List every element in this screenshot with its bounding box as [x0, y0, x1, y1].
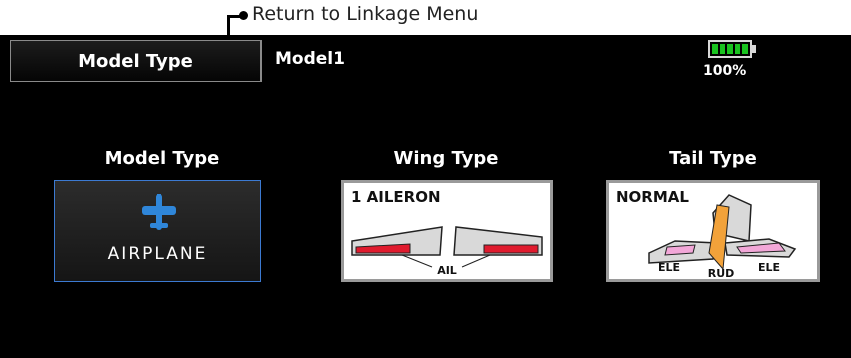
transmitter-screen: Model Type Model1 100% Model Type Wing T…	[0, 35, 851, 358]
airplane-label: AIRPLANE	[107, 244, 208, 264]
elevator-callout-right: ELE	[758, 261, 780, 274]
battery-percentage: 100%	[703, 63, 747, 79]
wing-type-heading: Wing Type	[393, 148, 499, 169]
model-name: Model1	[275, 49, 345, 69]
elevator-callout-left: ELE	[658, 261, 680, 274]
tail-type-heading: Tail Type	[669, 148, 757, 169]
battery-icon	[708, 40, 758, 60]
model-type-title-button[interactable]: Model Type	[10, 40, 262, 82]
model-type-heading: Model Type	[104, 148, 220, 169]
airplane-icon	[142, 194, 176, 230]
annotation-bullet	[239, 11, 248, 20]
annotation-return-to-linkage-menu: Return to Linkage Menu	[252, 3, 479, 25]
wing-type-button[interactable]: AIL 1 AILERON	[341, 180, 553, 282]
rudder-callout-label: RUD	[708, 267, 735, 279]
wing-type-label: 1 AILERON	[351, 188, 441, 206]
aileron-callout-label: AIL	[437, 264, 457, 277]
tail-type-button[interactable]: ELE RUD ELE NORMAL	[606, 180, 820, 282]
model-type-airplane-button[interactable]: AIRPLANE	[54, 180, 261, 282]
tail-type-label: NORMAL	[616, 188, 689, 206]
